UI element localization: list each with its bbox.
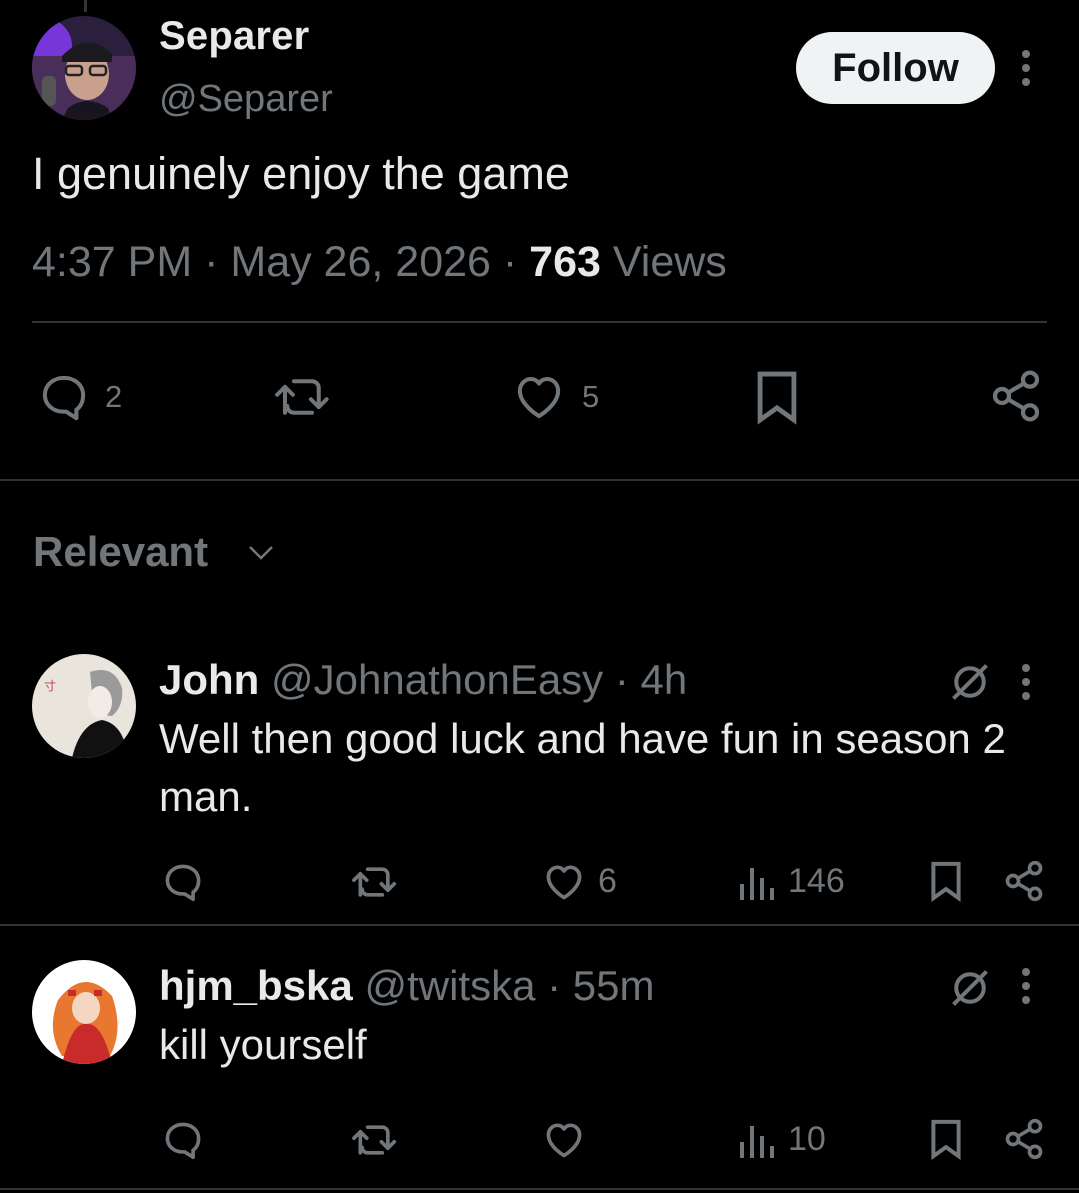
author-handle[interactable]: @Separer (159, 78, 333, 121)
author-name[interactable]: Separer (159, 14, 309, 59)
meta-separator: · (547, 962, 562, 1009)
meta-separator: · (502, 238, 518, 286)
thread-connector (84, 0, 87, 12)
views-icon (740, 1126, 774, 1158)
reply-author-handle[interactable]: @JohnathonEasy (271, 656, 603, 703)
views-count: 763 (529, 238, 601, 286)
share-button[interactable] (988, 368, 1044, 424)
reply-author-name[interactable]: John (159, 656, 259, 703)
chevron-down-icon[interactable] (246, 540, 276, 564)
like-button[interactable] (542, 860, 586, 904)
share-button[interactable] (1002, 1116, 1046, 1162)
reply-time[interactable]: 4h (641, 656, 688, 703)
reply-time[interactable]: 55m (573, 962, 655, 1009)
reply-divider (0, 924, 1079, 926)
retweet-icon (275, 379, 329, 415)
share-icon (1005, 1118, 1043, 1160)
retweet-button[interactable] (350, 860, 400, 904)
retweet-button[interactable] (350, 1118, 400, 1162)
like-count: 6 (598, 862, 617, 900)
author-avatar[interactable] (32, 16, 136, 120)
reply-avatar[interactable] (32, 960, 136, 1064)
reply-author-name[interactable]: hjm_bska (159, 962, 353, 1009)
tweet-time: 4:37 PM (32, 238, 193, 286)
bookmark-button[interactable] (752, 368, 802, 426)
reply-icon (165, 864, 201, 902)
reply-avatar[interactable]: 寸 (32, 654, 136, 758)
reply-text: kill yourself (159, 1021, 367, 1068)
meta-separator: · (204, 238, 219, 286)
bookmark-icon (757, 371, 797, 425)
bookmark-icon (931, 861, 961, 902)
like-button[interactable] (510, 370, 568, 424)
more-icon[interactable] (1014, 966, 1038, 1006)
more-icon[interactable] (1014, 48, 1038, 88)
section-divider (0, 479, 1079, 481)
reply-count: 2 (105, 379, 123, 414)
like-icon (546, 1123, 582, 1158)
reply-author-handle[interactable]: @twitska (364, 962, 535, 1009)
reply-button[interactable] (36, 370, 92, 424)
retweet-icon (352, 1125, 397, 1155)
bookmark-button[interactable] (928, 858, 964, 904)
reply-button[interactable] (160, 860, 206, 904)
like-count: 5 (582, 379, 600, 414)
sort-dropdown-label[interactable]: Relevant (33, 528, 208, 576)
reply-header: hjm_bska @twitska · 55m (159, 962, 654, 1010)
views-label: Views (612, 238, 727, 286)
reply-header: John @JohnathonEasy · 4h (159, 656, 687, 704)
tweet-text: I genuinely enjoy the game (32, 148, 570, 199)
grok-icon[interactable] (948, 660, 992, 704)
follow-button[interactable]: Follow (796, 32, 995, 104)
meta-separator: · (614, 656, 629, 703)
svg-text:寸: 寸 (44, 679, 56, 693)
views-icon (740, 868, 774, 900)
like-icon (517, 376, 561, 419)
more-icon[interactable] (1014, 662, 1038, 702)
tweet-date[interactable]: May 26, 2026 (230, 238, 491, 286)
bookmark-button[interactable] (928, 1116, 964, 1162)
retweet-button[interactable] (272, 370, 334, 424)
retweet-icon (352, 867, 397, 897)
share-icon (992, 370, 1040, 422)
reply-divider (0, 1188, 1079, 1190)
bookmark-icon (931, 1119, 961, 1160)
reply-icon (42, 375, 86, 421)
view-count: 10 (788, 1120, 826, 1158)
share-button[interactable] (1002, 858, 1046, 904)
reply-button[interactable] (160, 1118, 206, 1162)
view-count: 146 (788, 862, 845, 900)
like-icon (546, 865, 582, 900)
tweet-meta: 4:37 PM · May 26, 2026 · 763 Views (32, 238, 727, 287)
views-button[interactable] (736, 1118, 776, 1162)
grok-icon[interactable] (948, 966, 992, 1010)
divider (32, 321, 1047, 323)
reply-icon (165, 1122, 201, 1160)
share-icon (1005, 860, 1043, 902)
like-button[interactable] (542, 1118, 586, 1162)
views-button[interactable] (736, 860, 776, 904)
reply-text: Well then good luck and have fun in seas… (159, 715, 1006, 820)
